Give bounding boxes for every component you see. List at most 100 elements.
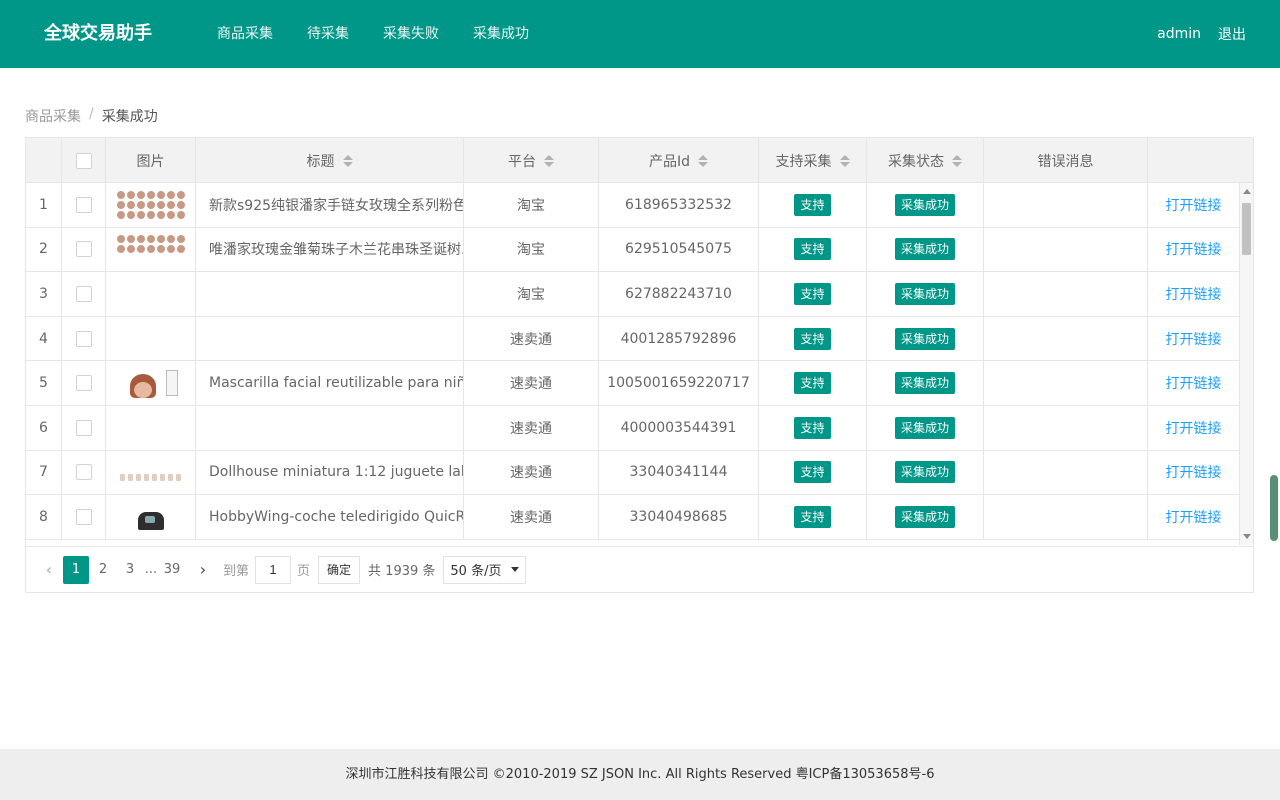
page-size-value: 50 条/页	[450, 564, 502, 579]
status-badge: 采集成功	[894, 416, 955, 439]
row-index: 1	[26, 183, 62, 227]
jewelry-thumbnail[interactable]	[116, 234, 186, 264]
row-support-cell: 支持	[759, 227, 867, 272]
username-link[interactable]: admin	[1157, 26, 1201, 42]
miniature-thumbnail[interactable]	[116, 457, 186, 487]
row-checkbox-cell	[62, 316, 106, 361]
row-checkbox[interactable]	[75, 241, 92, 258]
status-badge: 采集成功	[894, 238, 955, 261]
row-image-cell	[106, 495, 196, 539]
status-badge: 采集成功	[894, 505, 955, 528]
support-badge: 支持	[794, 238, 831, 261]
header-platform-label: 平台	[508, 153, 536, 170]
logout-link[interactable]: 退出	[1218, 24, 1246, 44]
sort-icon[interactable]	[698, 154, 708, 167]
open-link[interactable]: 打开链接	[1166, 195, 1222, 215]
sort-icon[interactable]	[342, 154, 353, 167]
open-link[interactable]: 打开链接	[1166, 239, 1222, 259]
next-page-icon[interactable]: ›	[190, 556, 216, 584]
row-checkbox-cell	[62, 450, 106, 495]
row-product-id: 1005001659220717	[599, 361, 759, 405]
scroll-up-icon[interactable]	[1243, 189, 1251, 194]
open-link[interactable]: 打开链接	[1166, 373, 1222, 393]
row-action-cell: 打开链接	[1148, 361, 1239, 405]
row-image-cell	[106, 272, 196, 316]
top-navbar: 全球交易助手 商品采集 待采集 采集失败 采集成功 admin 退出	[0, 0, 1280, 68]
status-badge: 采集成功	[894, 372, 955, 395]
row-title: 新款s925纯银潘家手链女玫瑰全系列粉色...	[196, 183, 464, 227]
table-row: 1 新款s925纯银潘家手链女玫瑰全系列粉色... 淘宝 61896533253…	[26, 183, 1253, 228]
breadcrumb-current: 采集成功	[101, 109, 158, 125]
table-scrollbar[interactable]	[1239, 183, 1253, 545]
page-button[interactable]: 1	[63, 555, 89, 584]
row-action-cell: 打开链接	[1148, 272, 1239, 316]
row-checkbox[interactable]	[75, 508, 92, 525]
row-status-cell: 采集成功	[867, 272, 984, 316]
jewelry-thumbnail[interactable]	[116, 190, 186, 220]
status-badge: 采集成功	[894, 461, 955, 484]
brand-logo-text: 全球交易助手	[44, 23, 152, 44]
row-image-cell	[106, 183, 196, 227]
row-error	[984, 227, 1148, 272]
page-button[interactable]: 3	[117, 556, 143, 584]
header-title[interactable]: 标题	[196, 138, 464, 183]
row-title: Mascarilla facial reutilizable para niño…	[196, 361, 464, 405]
row-support-cell: 支持	[759, 272, 867, 316]
select-all-checkbox[interactable]	[75, 152, 92, 169]
row-checkbox-cell	[62, 361, 106, 405]
page-scrollbar-thumb[interactable]	[1270, 475, 1278, 541]
row-error	[984, 450, 1148, 495]
row-title	[196, 272, 464, 316]
prev-page-icon[interactable]: ‹	[36, 556, 62, 584]
open-link[interactable]: 打开链接	[1166, 329, 1222, 349]
goto-page-input[interactable]	[255, 555, 292, 584]
row-support-cell: 支持	[759, 495, 867, 539]
header-product-id[interactable]: 产品Id	[599, 138, 759, 183]
nav-item-pending[interactable]: 待采集	[290, 0, 366, 68]
row-checkbox[interactable]	[75, 196, 92, 213]
table-body: 1 新款s925纯银潘家手链女玫瑰全系列粉色... 淘宝 61896533253…	[26, 183, 1253, 545]
open-link[interactable]: 打开链接	[1166, 284, 1222, 304]
nav-item-failed[interactable]: 采集失败	[366, 0, 456, 68]
open-link[interactable]: 打开链接	[1166, 462, 1222, 482]
row-error	[984, 495, 1148, 539]
table-header: 图片 标题 平台 产品Id 支持采集 采集状态 错误消息	[26, 138, 1253, 183]
sort-icon[interactable]	[544, 154, 554, 167]
header-support[interactable]: 支持采集	[759, 138, 867, 183]
header-status[interactable]: 采集状态	[867, 138, 984, 183]
breadcrumb-separator: /	[89, 106, 94, 122]
row-checkbox-cell	[62, 183, 106, 227]
scroll-down-icon[interactable]	[1243, 534, 1251, 539]
sort-icon[interactable]	[839, 154, 850, 167]
row-checkbox[interactable]	[75, 285, 92, 302]
page-size-select[interactable]: 50 条/页	[443, 555, 527, 584]
nav-item-success[interactable]: 采集成功	[456, 0, 546, 68]
rc-car-thumbnail[interactable]	[116, 502, 186, 532]
row-image-cell	[106, 361, 196, 405]
face-mask-thumbnail[interactable]	[116, 368, 186, 399]
row-image-cell	[106, 405, 196, 450]
open-link[interactable]: 打开链接	[1166, 418, 1222, 438]
row-title	[196, 316, 464, 361]
support-badge: 支持	[794, 327, 831, 350]
row-checkbox[interactable]	[75, 464, 92, 481]
nav-item-collect[interactable]: 商品采集	[200, 0, 290, 68]
row-checkbox[interactable]	[75, 330, 92, 347]
scrollbar-thumb[interactable]	[1242, 203, 1251, 255]
row-product-id: 33040498685	[599, 495, 759, 539]
header-platform[interactable]: 平台	[464, 138, 599, 183]
sort-icon[interactable]	[952, 154, 962, 167]
row-image-cell	[106, 316, 196, 361]
row-checkbox[interactable]	[75, 375, 92, 392]
breadcrumb-parent[interactable]: 商品采集	[25, 106, 81, 126]
row-error	[984, 272, 1148, 316]
row-checkbox[interactable]	[75, 419, 92, 436]
row-status-cell: 采集成功	[867, 405, 984, 450]
page-button[interactable]: 2	[90, 556, 116, 584]
page-button[interactable]: 39	[159, 556, 185, 584]
page-ellipsis: ...	[144, 561, 158, 577]
header-actions	[1148, 138, 1239, 183]
open-link[interactable]: 打开链接	[1166, 507, 1222, 527]
confirm-button[interactable]: 确定	[318, 555, 361, 584]
row-title: HobbyWing-coche teledirigido QuicRun ...	[196, 495, 464, 539]
